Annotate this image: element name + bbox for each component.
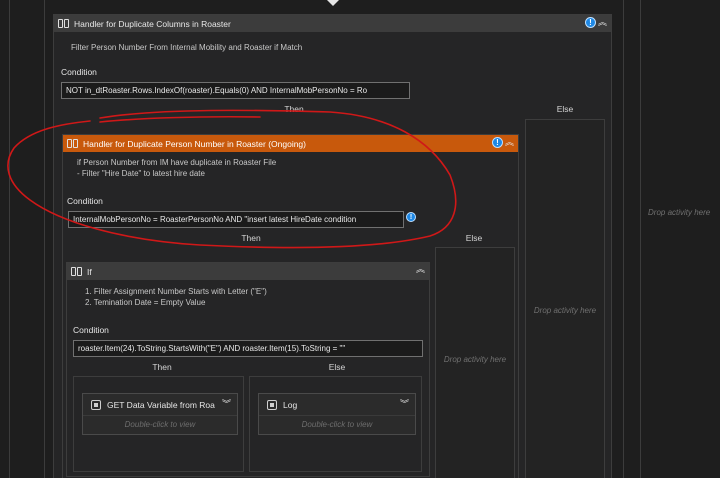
if-title: If bbox=[87, 266, 92, 277]
activity-header[interactable]: GET Data Variable from Roa ︾ bbox=[83, 394, 237, 416]
if-activity-icon bbox=[71, 267, 82, 276]
inner-if-activity[interactable]: Handler for Duplicate Person Number in R… bbox=[62, 134, 519, 478]
inner-else-label: Else bbox=[465, 233, 483, 243]
canvas-border-left-inner bbox=[44, 0, 45, 478]
chevron-up-icon[interactable]: ︽ bbox=[598, 18, 607, 27]
outer-condition-field[interactable]: NOT in_dtRoaster.Rows.IndexOf(roaster).E… bbox=[61, 82, 410, 99]
chevron-up-icon[interactable]: ︽ bbox=[416, 265, 425, 274]
inner-condition-label: Condition bbox=[67, 196, 103, 206]
if-activity-icon bbox=[67, 139, 78, 148]
activity-icon bbox=[91, 399, 101, 410]
activity-icon bbox=[267, 399, 277, 410]
outer-else-label: Else bbox=[556, 104, 574, 114]
if-description: 1. Filter Assignment Number Starts with … bbox=[85, 286, 267, 308]
activity-log[interactable]: Log ︾ Double-click to view bbox=[258, 393, 416, 435]
description-line: 1. Filter Assignment Number Starts with … bbox=[85, 287, 267, 296]
outer-if-title: Handler for Duplicate Columns in Roaster bbox=[74, 18, 231, 29]
activity-get-data[interactable]: GET Data Variable from Roa ︾ Double-clic… bbox=[82, 393, 238, 435]
outer-condition-label: Condition bbox=[61, 67, 97, 77]
drop-hint: Drop activity here bbox=[443, 355, 507, 364]
description-line: if Person Number from IM have duplicate … bbox=[77, 158, 277, 167]
drop-activity-hint: Drop activity here bbox=[648, 208, 711, 217]
if-then-container[interactable]: GET Data Variable from Roa ︾ Double-clic… bbox=[73, 376, 244, 472]
description-line: 2. Temination Date = Empty Value bbox=[85, 298, 206, 307]
if-condition-label: Condition bbox=[73, 325, 109, 335]
if-condition-field[interactable]: roaster.Item(24).ToString.StartsWith("E"… bbox=[73, 340, 423, 357]
inner-else-dropzone[interactable]: Drop activity here bbox=[435, 247, 515, 478]
activity-hint: Double-click to view bbox=[124, 420, 196, 429]
if-header[interactable]: If ︽ bbox=[67, 263, 429, 280]
outer-else-dropzone[interactable]: Drop activity here bbox=[525, 119, 605, 478]
activity-title: GET Data Variable from Roa bbox=[107, 399, 215, 410]
activity-hint: Double-click to view bbox=[301, 420, 373, 429]
inner-if-description: if Person Number from IM have duplicate … bbox=[77, 157, 276, 179]
outer-if-description: Filter Person Number From Internal Mobil… bbox=[71, 43, 303, 52]
if-activity-icon bbox=[58, 19, 69, 28]
chevron-down-icon[interactable]: ︾ bbox=[400, 400, 409, 409]
info-icon[interactable]: ! bbox=[584, 17, 596, 28]
flow-arrow-icon bbox=[327, 0, 339, 6]
if-else-label: Else bbox=[328, 362, 346, 372]
activity-title: Log bbox=[283, 399, 298, 410]
activity-header[interactable]: Log ︾ bbox=[259, 394, 415, 416]
drop-hint: Drop activity here bbox=[533, 306, 597, 315]
description-line: - Filter "Hire Date" to latest hire date bbox=[77, 169, 205, 178]
outer-if-header[interactable]: Handler for Duplicate Columns in Roaster… bbox=[54, 15, 611, 32]
inner-then-label: Then bbox=[241, 233, 261, 243]
canvas-border-right bbox=[623, 0, 624, 478]
if-activity[interactable]: If ︽ 1. Filter Assignment Number Starts … bbox=[66, 262, 430, 477]
inner-condition-field[interactable]: InternalMobPersonNo = RoasterPersonNo AN… bbox=[68, 211, 404, 228]
chevron-up-icon[interactable]: ︽ bbox=[505, 138, 514, 147]
inner-if-title: Handler for Duplicate Person Number in R… bbox=[83, 138, 306, 149]
outer-if-activity[interactable]: Handler for Duplicate Columns in Roaster… bbox=[53, 14, 612, 478]
chevron-down-icon[interactable]: ︾ bbox=[222, 400, 231, 409]
if-else-container[interactable]: Log ︾ Double-click to view bbox=[249, 376, 422, 472]
info-icon[interactable]: ! bbox=[406, 212, 416, 222]
canvas-border-left bbox=[9, 0, 10, 478]
if-then-label: Then bbox=[152, 362, 172, 372]
inner-if-header[interactable]: Handler for Duplicate Person Number in R… bbox=[63, 135, 518, 152]
canvas-border-right-2 bbox=[640, 0, 641, 478]
info-icon[interactable]: ! bbox=[491, 137, 503, 148]
outer-then-label: Then bbox=[284, 104, 304, 114]
